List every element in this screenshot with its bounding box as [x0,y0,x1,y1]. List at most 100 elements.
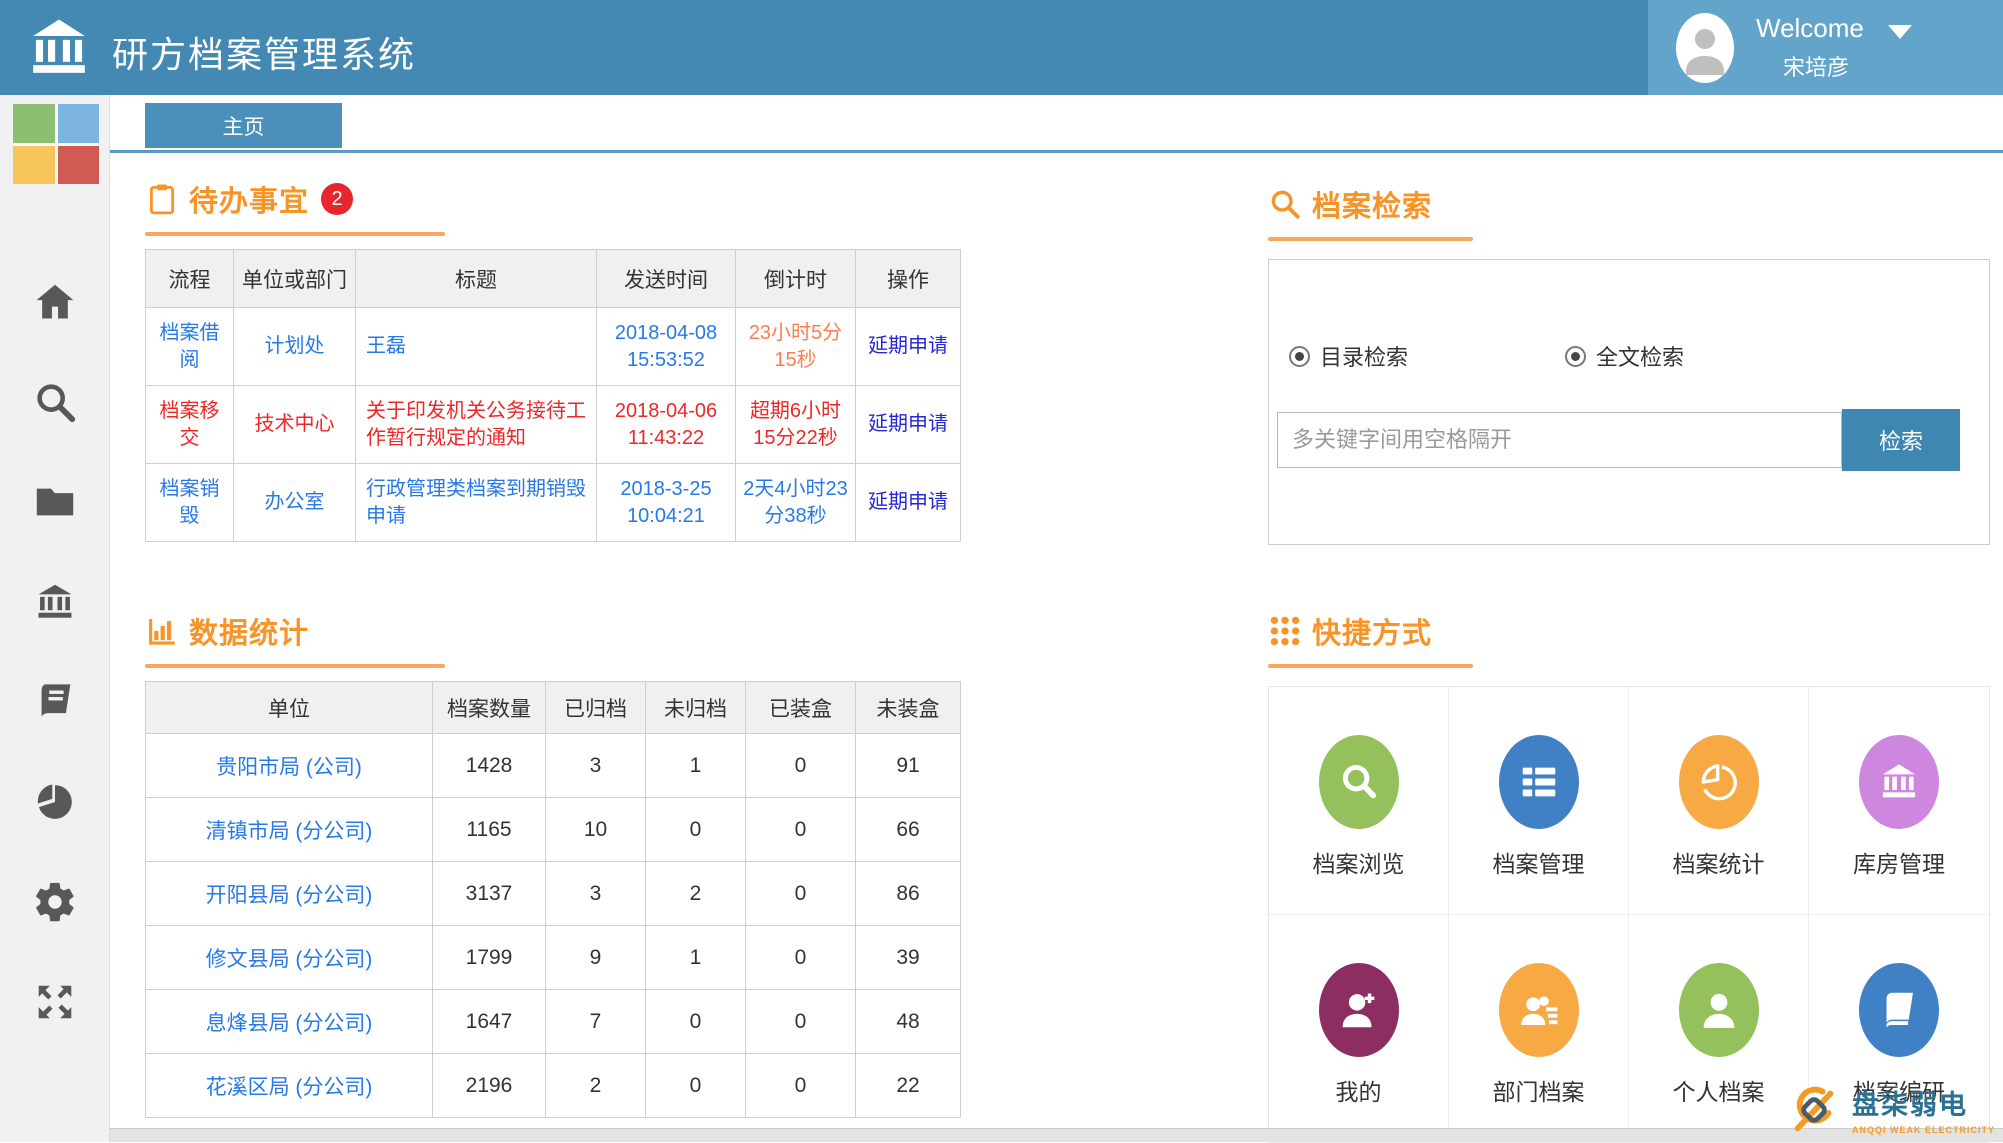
search-underline [1268,237,1473,241]
todo-count-badge: 2 [321,183,354,215]
pie-icon [1678,735,1759,829]
postpone-link[interactable]: 延期申请 [855,463,961,542]
logo-square-orange [13,145,55,184]
unboxed-cell: 22 [855,1053,961,1118]
radio-icon[interactable] [1289,345,1310,367]
avatar [1676,12,1734,83]
shortcut-department-archives[interactable]: 部门档案 [1449,915,1629,1143]
search-input[interactable] [1277,412,1842,468]
countdown-cell: 超期6小时15分22秒 [735,385,856,464]
page-title: 研方档案管理系统 [112,34,417,75]
boxed-cell: 0 [745,861,856,926]
search-icon[interactable] [32,379,78,425]
archived-cell: 3 [545,733,646,798]
boxed-cell: 0 [745,1053,856,1118]
dept-cell: 技术中心 [233,385,356,464]
folder-icon[interactable] [32,479,78,525]
unit-link[interactable]: 花溪区局 (分公司) [145,1053,433,1118]
table-icon [1498,735,1579,829]
bank-icon [1859,735,1939,829]
col-dept: 单位或部门 [233,249,356,308]
book-icon [1859,963,1939,1057]
col-subject: 标题 [355,249,597,308]
radio-icon[interactable] [1565,345,1586,367]
unboxed-cell: 91 [855,733,961,798]
username: 宋培彦 [1782,55,1849,80]
stats-title: 数据统计 [189,618,310,650]
todo-header-row: 流程 单位或部门 标题 发送时间 倒计时 操作 [145,249,961,308]
unarchived-cell: 0 [645,797,746,862]
shortcut-archive-stats[interactable]: 档案统计 [1629,687,1809,915]
unarchived-cell: 0 [645,1053,746,1118]
shortcut-archive-manage[interactable]: 档案管理 [1449,687,1629,915]
todo-title: 待办事宜 [189,186,310,218]
postpone-link[interactable]: 延期申请 [855,307,961,386]
total-cell: 2196 [432,1053,546,1118]
people-list-icon [1498,963,1579,1057]
shortcut-personal-archives[interactable]: 个人档案 [1629,915,1809,1143]
shortcut-archive-browse[interactable]: 档案浏览 [1269,687,1449,915]
radio-fulltext-search[interactable]: 全文检索 [1565,340,1684,372]
flow-link[interactable]: 档案移交 [145,385,234,464]
archive-search-section: 档案检索 目录检索 全文检索 检索 [1268,183,1990,545]
tab-bar: 主页 [110,95,2003,150]
unit-link[interactable]: 开阳县局 (分公司) [145,861,433,926]
todo-table: 流程 单位或部门 标题 发送时间 倒计时 操作 档案借阅 计划处 王磊 2018… [145,249,961,542]
col-total: 档案数量 [432,681,546,734]
archived-cell: 10 [545,797,646,862]
search-icon [1271,190,1300,219]
horizontal-scrollbar[interactable] [110,1128,2003,1142]
person-icon [1678,963,1759,1057]
postpone-link[interactable]: 延期申请 [855,385,961,464]
radio-catalog-search[interactable]: 目录检索 [1289,340,1408,372]
stats-row: 清镇市局 (分公司) 1165 10 0 0 66 [145,797,961,862]
shortcut-mine[interactable]: 我的 [1269,915,1449,1143]
unit-link[interactable]: 清镇市局 (分公司) [145,797,433,862]
unit-link[interactable]: 修文县局 (分公司) [145,925,433,990]
subject-link[interactable]: 王磊 [355,307,597,386]
col-sent: 发送时间 [596,249,736,308]
total-cell: 1647 [432,989,546,1054]
archived-cell: 9 [545,925,646,990]
dept-cell: 办公室 [233,463,356,542]
fullscreen-expand-icon[interactable] [32,979,78,1025]
flow-link[interactable]: 档案借阅 [145,307,234,386]
unit-link[interactable]: 息烽县局 (分公司) [145,989,433,1054]
shortcuts-section: 快捷方式 档案浏览 档案管理 档案统计 库房管理 我的 部门档案 个人档案 档案… [1268,610,1990,1143]
stats-header-row: 单位 档案数量 已归档 未归档 已装盒 未装盒 [145,681,961,734]
flow-link[interactable]: 档案销毁 [145,463,234,542]
tab-home[interactable]: 主页 [145,103,342,148]
col-unit: 单位 [145,681,433,734]
home-icon[interactable] [32,279,78,325]
sent-cell: 2018-04-06 11:43:22 [596,385,736,464]
boxed-cell: 0 [745,989,856,1054]
settings-gear-icon[interactable] [32,879,78,925]
pie-chart-icon[interactable] [32,779,78,825]
book-icon[interactable] [32,679,78,725]
shortcut-warehouse-manage[interactable]: 库房管理 [1809,687,1989,915]
col-archived: 已归档 [545,681,646,734]
vendor-subtitle: ANQQI WEAK ELECTRICITY [1852,1125,1995,1135]
stats-underline [145,664,445,668]
stats-row: 修文县局 (分公司) 1799 9 1 0 39 [145,925,961,990]
unarchived-cell: 1 [645,733,746,798]
archived-cell: 3 [545,861,646,926]
search-button[interactable]: 检索 [1842,409,1960,471]
four-squares-logo [13,104,99,184]
logo-square-green [13,104,55,143]
chevron-down-icon[interactable] [1887,24,1912,39]
boxed-cell: 0 [745,733,856,798]
user-panel[interactable]: Welcome 宋培彦 [1648,0,2003,95]
unarchived-cell: 2 [645,861,746,926]
sidebar [0,95,110,1142]
total-cell: 1799 [432,925,546,990]
bank-icon[interactable] [32,579,78,625]
subject-link[interactable]: 关于印发机关公务接待工作暂行规定的通知 [355,385,597,464]
vendor-name: 盘柒弱电 [1852,1090,1968,1120]
app-header: 研方档案管理系统 Welcome 宋培彦 [0,0,2003,95]
logo-square-blue [57,104,99,143]
archived-cell: 2 [545,1053,646,1118]
unit-link[interactable]: 贵阳市局 (公司) [145,733,433,798]
subject-link[interactable]: 行政管理类档案到期销毁申请 [355,463,597,542]
data-stats-section: 数据统计 单位 档案数量 已归档 未归档 已装盒 未装盒 贵阳市局 (公司) 1… [145,610,961,1118]
